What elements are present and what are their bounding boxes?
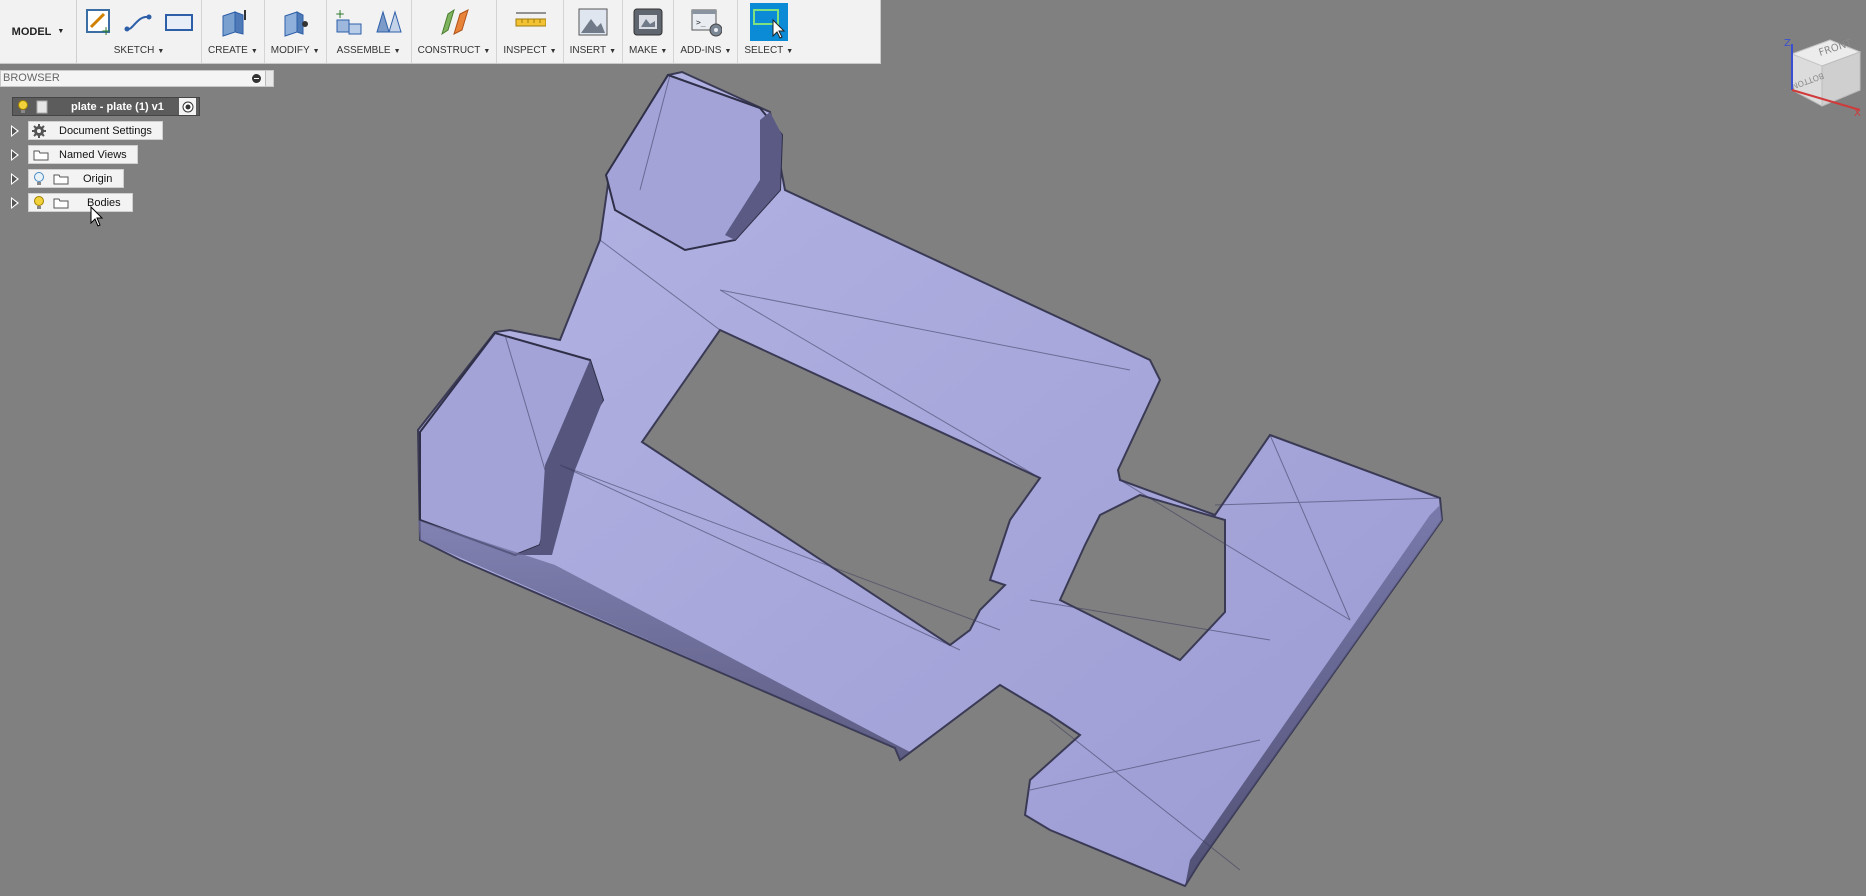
- browser-item-bodies[interactable]: Bodies: [28, 193, 133, 212]
- scripts-addins-icon[interactable]: >_: [690, 6, 722, 38]
- root-node-label: plate - plate (1) v1: [71, 100, 164, 113]
- offset-plane-icon[interactable]: [438, 6, 470, 38]
- addins-menu[interactable]: ADD-INS ▼: [680, 44, 731, 60]
- view-cube[interactable]: FRONT BOTTOM Z X: [1780, 18, 1866, 118]
- browser-item-label: Document Settings: [59, 124, 152, 137]
- modify-menu[interactable]: MODIFY ▼: [271, 44, 320, 60]
- make-menu[interactable]: MAKE ▼: [629, 44, 667, 60]
- browser-title: BROWSER: [3, 72, 60, 84]
- browser-item-origin[interactable]: Origin: [28, 169, 124, 188]
- insert-image-icon[interactable]: [577, 6, 609, 38]
- workspace-label: MODEL: [11, 25, 52, 38]
- model-viewport[interactable]: [0, 0, 1866, 896]
- folder-icon: [33, 149, 49, 161]
- addins-group: >_ ADD-INS ▼: [674, 0, 739, 63]
- inspect-group: INSPECT ▼: [497, 0, 564, 63]
- browser-item-label: Named Views: [59, 148, 127, 161]
- panel-pin-handle[interactable]: [265, 71, 273, 86]
- expand-arrow-icon[interactable]: [11, 149, 19, 161]
- sketch-menu[interactable]: SKETCH ▼: [114, 44, 165, 60]
- workspace-switcher[interactable]: MODEL ▼: [0, 0, 77, 63]
- visibility-bulb-icon[interactable]: [32, 195, 46, 210]
- browser-item-label: Origin: [83, 172, 113, 185]
- expand-arrow-icon[interactable]: [11, 125, 19, 137]
- joint-icon[interactable]: [373, 6, 405, 38]
- toolbar: MODEL ▼ + SKETCH ▼ CREATE ▼ MODIFY ▼ + A…: [0, 0, 881, 64]
- create-menu[interactable]: CREATE ▼: [208, 44, 258, 60]
- gear-icon: [32, 123, 46, 138]
- construct-menu[interactable]: CONSTRUCT ▼: [418, 44, 491, 60]
- folder-icon: [53, 197, 69, 209]
- svg-text:>_: >_: [696, 18, 706, 27]
- create-group: CREATE ▼: [202, 0, 265, 63]
- folder-icon: [53, 173, 69, 185]
- select-menu[interactable]: SELECT ▼: [744, 44, 793, 60]
- visibility-bulb-off-icon[interactable]: [32, 171, 46, 186]
- plate-body[interactable]: [416, 70, 1444, 888]
- 3d-print-icon[interactable]: [632, 6, 664, 38]
- select-group: SELECT ▼: [738, 0, 799, 63]
- spline-icon[interactable]: [123, 6, 155, 38]
- assemble-menu[interactable]: ASSEMBLE ▼: [337, 44, 401, 60]
- chevron-down-icon: ▼: [57, 28, 65, 35]
- select-icon[interactable]: [749, 3, 788, 41]
- inspect-menu[interactable]: INSPECT ▼: [503, 44, 556, 60]
- expand-arrow-icon[interactable]: [11, 173, 19, 185]
- browser-item-named-views[interactable]: Named Views: [28, 145, 138, 164]
- expand-arrow-icon[interactable]: [11, 197, 19, 209]
- modify-group: MODIFY ▼: [265, 0, 327, 63]
- collapse-panel-icon[interactable]: [252, 74, 261, 83]
- create-sketch-icon[interactable]: +: [83, 6, 115, 38]
- browser-header: BROWSER: [0, 70, 274, 87]
- mouse-cursor-icon: [90, 206, 104, 227]
- tree-root-node[interactable]: plate - plate (1) v1: [12, 97, 200, 116]
- press-pull-icon[interactable]: [279, 6, 311, 38]
- document-icon: [35, 100, 49, 114]
- sketch-group: + SKETCH ▼: [77, 0, 202, 63]
- measure-icon[interactable]: [514, 6, 546, 38]
- axis-x-label: X: [1854, 108, 1861, 118]
- assemble-group: + ASSEMBLE ▼: [327, 0, 412, 63]
- extrude-icon[interactable]: [217, 6, 249, 38]
- insert-menu[interactable]: INSERT ▼: [570, 44, 616, 60]
- browser-item-document-settings[interactable]: Document Settings: [28, 121, 163, 140]
- axis-z-label: Z: [1784, 38, 1791, 49]
- make-group: MAKE ▼: [623, 0, 675, 63]
- rectangle-icon[interactable]: [163, 6, 195, 38]
- svg-text:+: +: [335, 7, 345, 21]
- visibility-bulb-icon[interactable]: [16, 99, 30, 114]
- activate-radio-icon[interactable]: [179, 98, 196, 115]
- construct-group: CONSTRUCT ▼: [412, 0, 498, 63]
- new-component-icon[interactable]: +: [333, 6, 365, 38]
- insert-group: INSERT ▼: [564, 0, 624, 63]
- svg-text:+: +: [101, 24, 111, 37]
